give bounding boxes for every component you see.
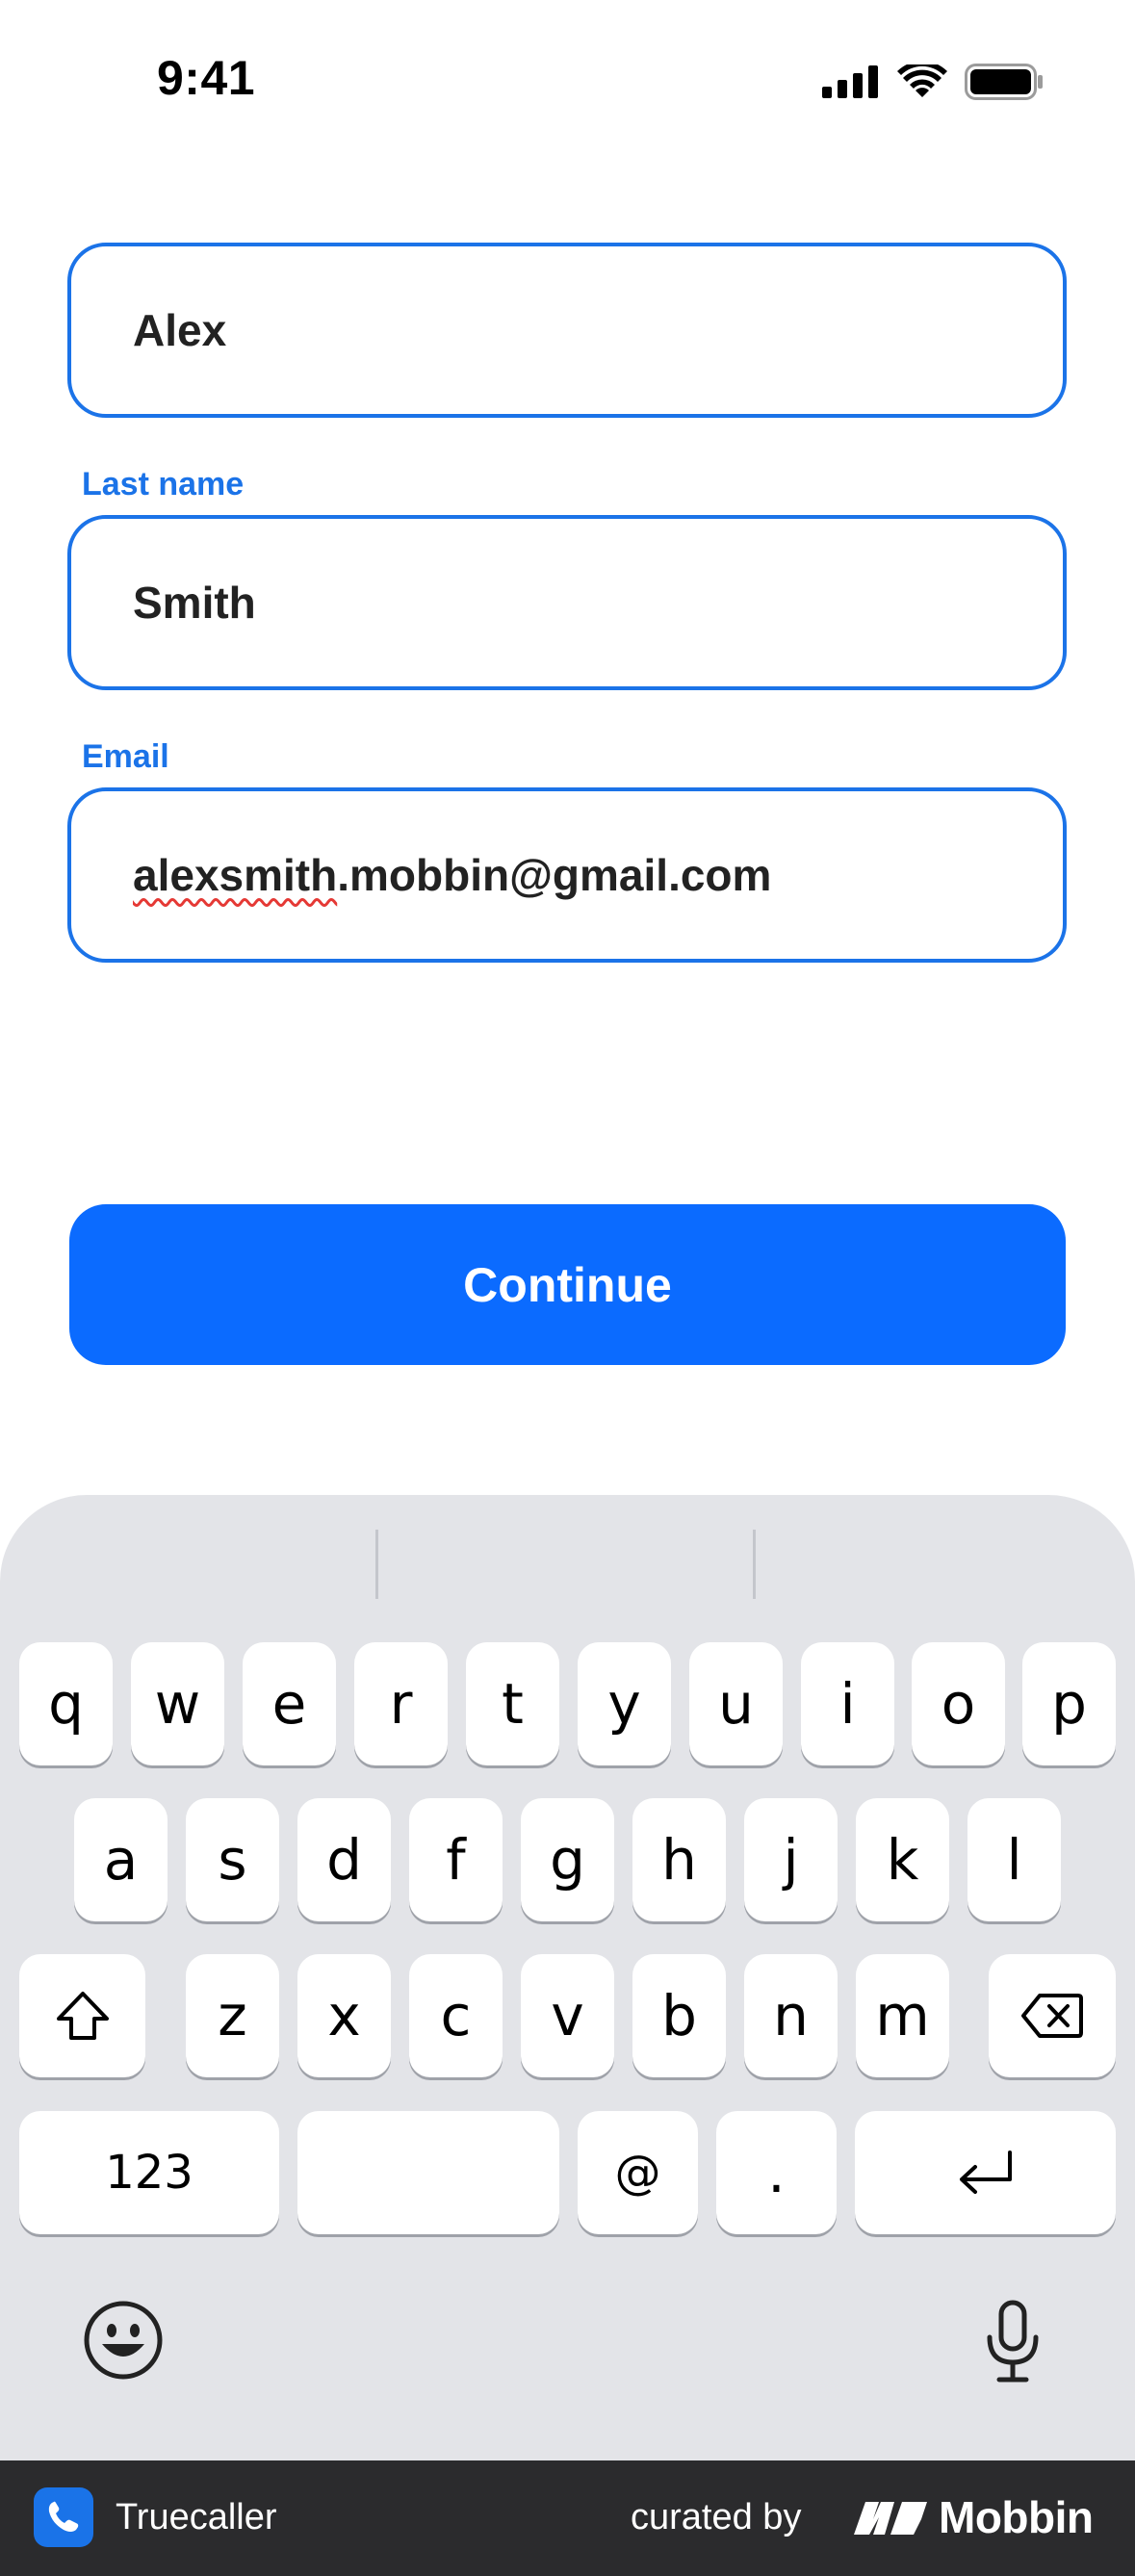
last-name-field[interactable]: Smith xyxy=(67,515,1067,690)
key-e[interactable]: e xyxy=(243,1642,336,1765)
key-d[interactable]: d xyxy=(297,1798,391,1921)
key-k[interactable]: k xyxy=(856,1798,949,1921)
space-key[interactable] xyxy=(297,2111,559,2234)
key-n[interactable]: n xyxy=(744,1954,838,2077)
key-t[interactable]: t xyxy=(466,1642,559,1765)
wifi-icon xyxy=(897,64,947,97)
key-q[interactable]: q xyxy=(19,1642,113,1765)
shift-icon xyxy=(56,1992,109,2040)
suggestion-divider xyxy=(375,1530,378,1599)
key-a[interactable]: a xyxy=(74,1798,168,1921)
cellular-signal-icon xyxy=(822,65,878,98)
key-x[interactable]: x xyxy=(297,1954,391,2077)
curated-by-label: curated by xyxy=(631,2497,802,2537)
key-u[interactable]: u xyxy=(689,1642,783,1765)
mobbin-mark-icon xyxy=(854,2502,927,2535)
return-key[interactable] xyxy=(855,2111,1116,2234)
first-name-value: Alex xyxy=(133,305,227,355)
suggestion-divider xyxy=(753,1530,756,1599)
email-value-rest: .mobbin@gmail.com xyxy=(337,850,772,900)
numbers-key[interactable]: 123 xyxy=(19,2111,279,2234)
key-j[interactable]: j xyxy=(744,1798,838,1921)
last-name-label: Last name xyxy=(82,466,245,502)
at-key[interactable]: @ xyxy=(578,2111,698,2234)
app-name: Truecaller xyxy=(116,2497,277,2537)
key-b[interactable]: b xyxy=(632,1954,726,2077)
first-name-field[interactable]: Alex xyxy=(67,243,1067,418)
email-label: Email xyxy=(82,738,169,775)
last-name-value: Smith xyxy=(133,578,256,628)
key-z[interactable]: z xyxy=(186,1954,279,2077)
battery-icon xyxy=(965,64,1043,100)
key-r[interactable]: r xyxy=(354,1642,448,1765)
delete-key[interactable] xyxy=(989,1954,1116,2077)
email-value: alexsmith.mobbin@gmail.com xyxy=(133,849,771,901)
microphone-icon xyxy=(987,2300,1039,2383)
delete-icon xyxy=(1021,1994,1083,2038)
return-icon xyxy=(959,2151,1012,2194)
microphone-button[interactable] xyxy=(972,2296,1053,2388)
key-h[interactable]: h xyxy=(632,1798,726,1921)
email-value-misspelled: alexsmith xyxy=(133,850,338,900)
key-y[interactable]: y xyxy=(578,1642,671,1765)
key-w[interactable]: w xyxy=(131,1642,224,1765)
email-field[interactable]: alexsmith.mobbin@gmail.com xyxy=(67,787,1067,963)
status-time: 9:41 xyxy=(157,51,256,105)
mobbin-brand: Mobbin xyxy=(939,2492,1094,2542)
key-v[interactable]: v xyxy=(521,1954,614,2077)
status-bar: 9:41 xyxy=(0,0,1135,164)
key-l[interactable]: l xyxy=(967,1798,1061,1921)
shift-key[interactable] xyxy=(19,1954,145,2077)
period-key[interactable]: . xyxy=(716,2111,837,2234)
key-p[interactable]: p xyxy=(1022,1642,1116,1765)
continue-button[interactable]: Continue xyxy=(69,1204,1066,1365)
status-icons xyxy=(822,64,1044,100)
mobbin-logo: Mobbin xyxy=(852,2491,1094,2543)
key-m[interactable]: m xyxy=(856,1954,949,2077)
footer-bar: Truecaller curated by Mobbin xyxy=(0,2460,1135,2576)
phone-icon xyxy=(48,2501,79,2532)
key-i[interactable]: i xyxy=(801,1642,894,1765)
key-c[interactable]: c xyxy=(409,1954,503,2077)
keyboard: q w e r t y u i o p a s d f g h j k l z … xyxy=(0,1495,1135,2460)
key-g[interactable]: g xyxy=(521,1798,614,1921)
emoji-icon xyxy=(84,2301,163,2380)
key-f[interactable]: f xyxy=(409,1798,503,1921)
key-o[interactable]: o xyxy=(912,1642,1005,1765)
truecaller-logo xyxy=(34,2487,93,2547)
key-s[interactable]: s xyxy=(186,1798,279,1921)
emoji-button[interactable] xyxy=(79,2296,168,2384)
